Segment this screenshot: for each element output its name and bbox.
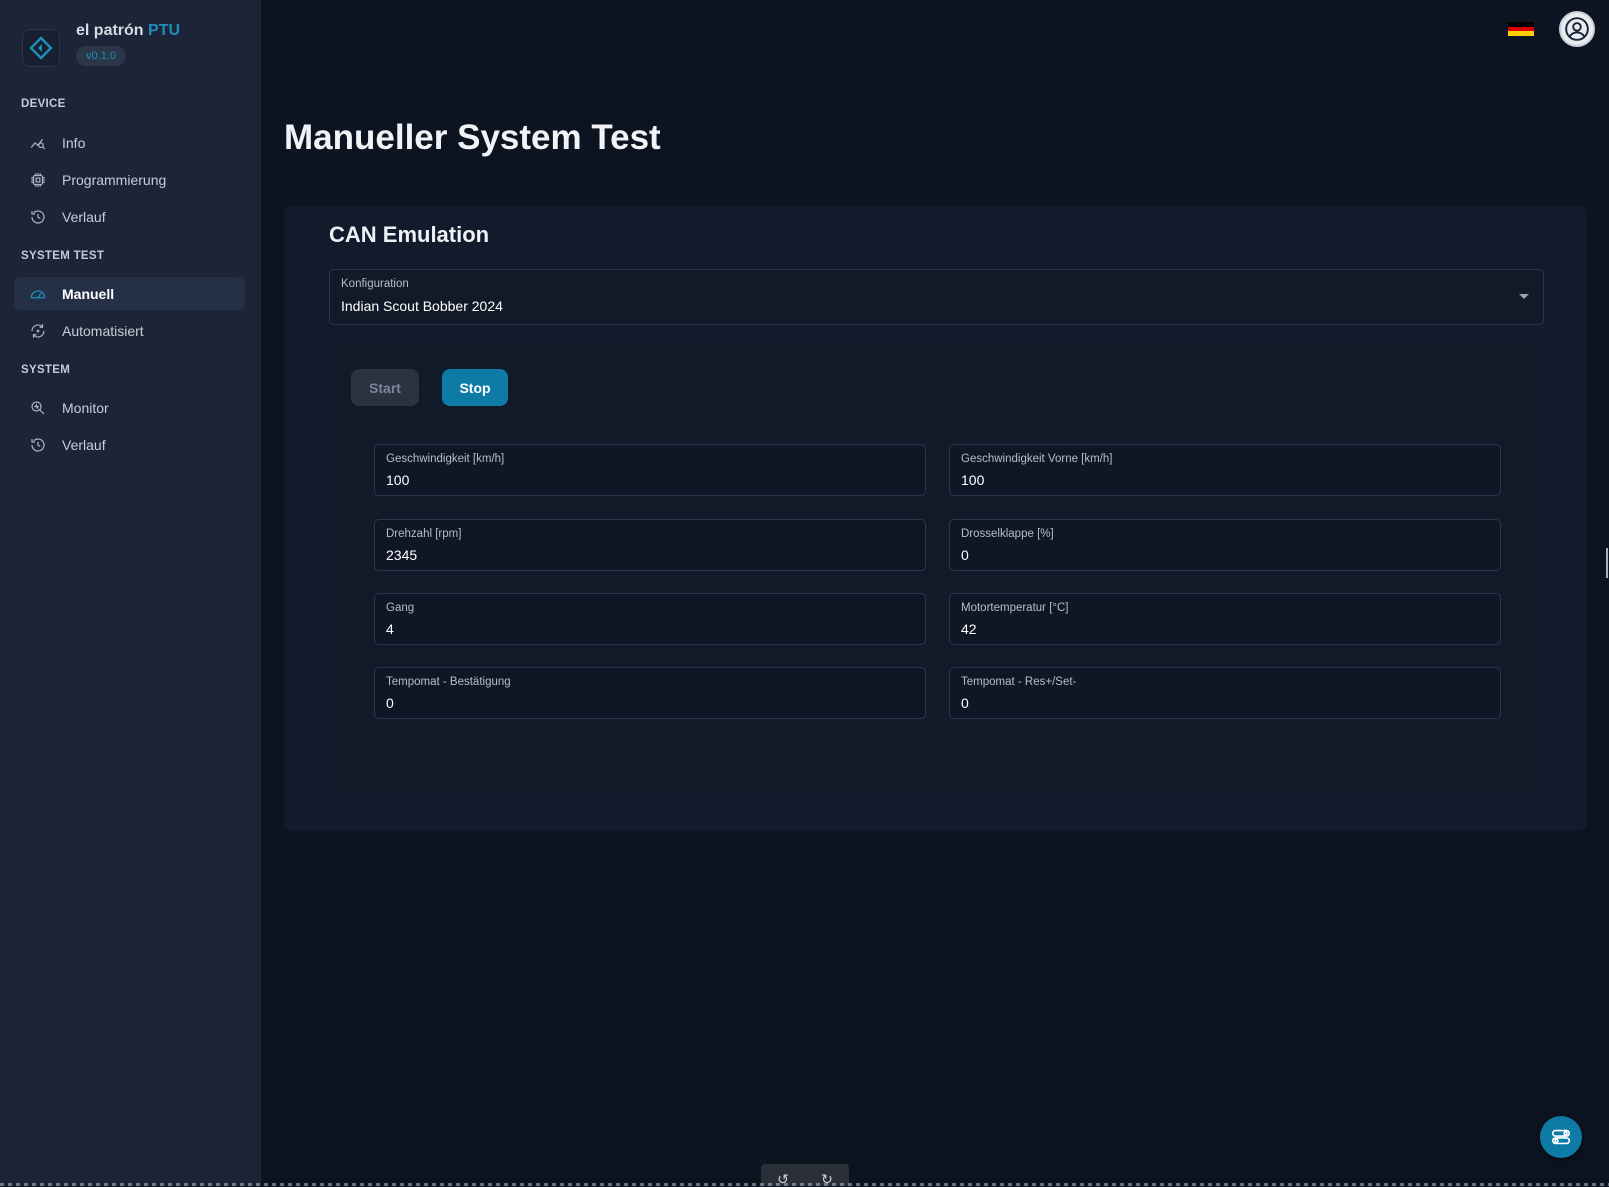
sidebar-item-label: Programmierung [62, 171, 167, 188]
configuration-value: Indian Scout Bobber 2024 [341, 298, 503, 314]
page-title: Manueller System Test [284, 118, 661, 157]
front-speed-field[interactable]: Geschwindigkeit Vorne [km/h] 100 [949, 444, 1501, 496]
field-label: Tempomat - Res+/Set- [961, 676, 1077, 688]
field-label: Geschwindigkeit [km/h] [386, 453, 505, 465]
field-value: 4 [386, 621, 394, 637]
brand-name: el patrón PTU [76, 22, 181, 39]
sidebar-item-manuell[interactable]: Manuell [14, 277, 245, 310]
gear-field[interactable]: Gang 4 [374, 593, 926, 645]
chart-icon [28, 133, 48, 153]
field-label: Drehzahl [rpm] [386, 528, 462, 540]
magnifier-icon [28, 398, 48, 418]
brand[interactable]: el patrón PTU v0.1.0 [22, 22, 180, 67]
history-icon [28, 207, 48, 227]
field-value: 0 [961, 695, 969, 711]
sidebar-item-monitor[interactable]: Monitor [14, 391, 245, 424]
history-icon [28, 435, 48, 455]
stop-button[interactable]: Stop [442, 369, 508, 406]
field-value: 0 [386, 695, 394, 711]
field-value: 2345 [386, 547, 418, 563]
settings-toggle-icon[interactable] [1540, 1116, 1582, 1158]
nav-section-system-test: SYSTEM TEST [21, 250, 105, 262]
version-badge: v0.1.0 [76, 46, 126, 66]
scroll-handle[interactable] [1606, 548, 1608, 578]
sidebar-item-label: Monitor [62, 399, 109, 416]
cruise-res-set-field[interactable]: Tempomat - Res+/Set- 0 [949, 667, 1501, 719]
gauge-icon [28, 284, 48, 304]
field-value: 100 [386, 472, 410, 488]
configuration-select[interactable]: Konfiguration Indian Scout Bobber 2024 [329, 269, 1544, 325]
sidebar-item-label: Verlauf [62, 436, 106, 453]
brand-product: PTU [148, 22, 181, 39]
sidebar-item-label: Automatisiert [62, 322, 144, 339]
field-label: Tempomat - Bestätigung [386, 676, 511, 688]
sidebar-item-label: Info [62, 134, 86, 151]
logo-icon [22, 29, 60, 67]
sidebar-item-verlauf-system[interactable]: Verlauf [14, 428, 245, 461]
sidebar-item-label: Verlauf [62, 208, 106, 225]
field-value: 100 [961, 472, 985, 488]
user-avatar-icon[interactable] [1559, 11, 1595, 47]
sidebar-item-automatisiert[interactable]: Automatisiert [14, 314, 245, 347]
speed-field[interactable]: Geschwindigkeit [km/h] 100 [374, 444, 926, 496]
sidebar-item-verlauf-device[interactable]: Verlauf [14, 200, 245, 233]
nav-section-system: SYSTEM [21, 364, 71, 376]
auto-cycle-icon [28, 321, 48, 341]
nav-section-device: DEVICE [21, 98, 66, 110]
sidebar: el patrón PTU v0.1.0 DEVICE Info Program… [0, 0, 261, 1186]
field-value: 0 [961, 547, 969, 563]
configuration-label: Konfiguration [341, 278, 409, 290]
cruise-confirm-field[interactable]: Tempomat - Bestätigung 0 [374, 667, 926, 719]
can-emulation-card: CAN Emulation Konfiguration Indian Scout… [284, 206, 1587, 831]
sidebar-item-info[interactable]: Info [14, 126, 245, 159]
rpm-field[interactable]: Drehzahl [rpm] 2345 [374, 519, 926, 571]
chip-icon [28, 170, 48, 190]
emulation-panel: Start Stop Geschwindigkeit [km/h] 100 Ge… [329, 341, 1544, 791]
field-label: Drosselklappe [%] [961, 528, 1054, 540]
sidebar-item-label: Manuell [62, 285, 115, 302]
engine-temp-field[interactable]: Motortemperatur [°C] 42 [949, 593, 1501, 645]
sidebar-item-programmierung[interactable]: Programmierung [14, 163, 245, 196]
field-label: Geschwindigkeit Vorne [km/h] [961, 453, 1113, 465]
field-label: Motortemperatur [°C] [961, 602, 1069, 614]
chevron-down-icon[interactable] [1519, 294, 1529, 299]
card-title: CAN Emulation [329, 222, 490, 247]
field-label: Gang [386, 602, 415, 614]
start-button[interactable]: Start [351, 369, 419, 406]
throttle-field[interactable]: Drosselklappe [%] 0 [949, 519, 1501, 571]
field-value: 42 [961, 621, 977, 637]
german-flag-icon[interactable] [1508, 22, 1534, 37]
